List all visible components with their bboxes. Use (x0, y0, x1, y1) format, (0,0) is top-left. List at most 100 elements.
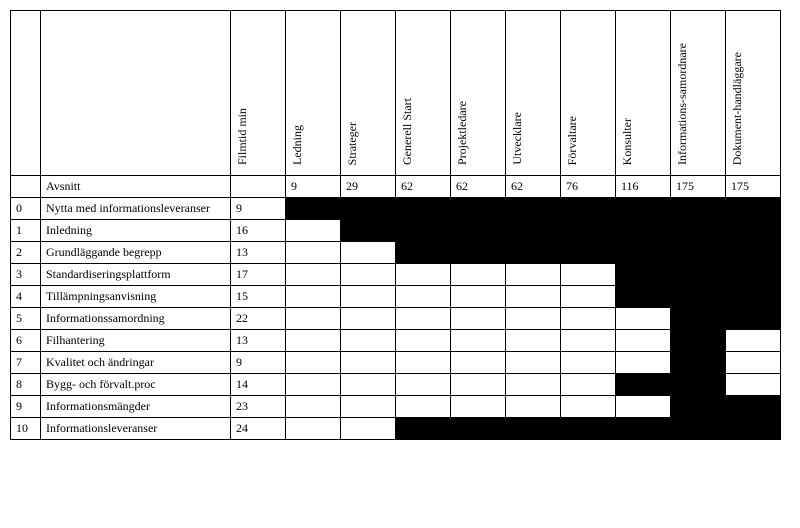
row-title: Tillämpningsanvisning (41, 286, 231, 308)
filled-cell (671, 286, 726, 308)
row-title: Standardiseringsplattform (41, 264, 231, 286)
value-cell: 17 (231, 264, 286, 286)
value-cell (561, 374, 616, 396)
value-cell (726, 330, 781, 352)
value-cell (451, 374, 506, 396)
row-title: Informationsmängder (41, 396, 231, 418)
value-cell (451, 352, 506, 374)
value-cell (396, 352, 451, 374)
row-number: 3 (11, 264, 41, 286)
value-cell (561, 264, 616, 286)
value-cell (726, 374, 781, 396)
row-title: Filhantering (41, 330, 231, 352)
filled-cell (341, 220, 396, 242)
section-total: 175 (726, 176, 781, 198)
value-cell (561, 330, 616, 352)
row-number: 1 (11, 220, 41, 242)
value-cell (341, 418, 396, 440)
filled-cell (396, 418, 451, 440)
filled-cell (561, 418, 616, 440)
value-cell (396, 308, 451, 330)
value-cell (506, 264, 561, 286)
filled-cell (671, 374, 726, 396)
value-cell (396, 396, 451, 418)
value-cell (506, 352, 561, 374)
row-title: Nytta med informationsleveranser (41, 198, 231, 220)
row-number: 7 (11, 352, 41, 374)
filled-cell (561, 220, 616, 242)
filled-cell (616, 418, 671, 440)
filled-cell (506, 220, 561, 242)
value-cell (506, 374, 561, 396)
value-cell (286, 264, 341, 286)
value-cell (396, 374, 451, 396)
table-row: 0Nytta med informationsleveranser9 (11, 198, 781, 220)
value-cell (396, 264, 451, 286)
filled-cell (451, 220, 506, 242)
row-title: Inledning (41, 220, 231, 242)
value-cell (616, 396, 671, 418)
section-totals-row: Avsnitt92962626276116175175 (11, 176, 781, 198)
row-title: Bygg- och förvalt.proc (41, 374, 231, 396)
column-header: Ledning (291, 125, 304, 165)
section-total: 29 (341, 176, 396, 198)
value-cell: 13 (231, 242, 286, 264)
table-row: 6Filhantering13 (11, 330, 781, 352)
table-row: 5Informationssamordning22 (11, 308, 781, 330)
value-cell (561, 308, 616, 330)
filled-cell (561, 242, 616, 264)
column-header: Förvaltare (566, 116, 579, 165)
value-cell (286, 418, 341, 440)
value-cell (451, 286, 506, 308)
filled-cell (451, 198, 506, 220)
filled-cell (671, 308, 726, 330)
column-header: Informations-samordnare (676, 43, 689, 165)
value-cell (506, 396, 561, 418)
value-cell: 13 (231, 330, 286, 352)
section-total: 9 (286, 176, 341, 198)
table-row: 7Kvalitet och ändringar9 (11, 352, 781, 374)
table-row: 8Bygg- och förvalt.proc14 (11, 374, 781, 396)
table-row: 3Standardiseringsplattform17 (11, 264, 781, 286)
value-cell (341, 330, 396, 352)
value-cell: 9 (231, 198, 286, 220)
value-cell: 24 (231, 418, 286, 440)
filled-cell (616, 264, 671, 286)
value-cell (286, 396, 341, 418)
column-header: Konsulter (621, 118, 634, 165)
row-number: 10 (11, 418, 41, 440)
filled-cell (451, 242, 506, 264)
section-total: 175 (671, 176, 726, 198)
filled-cell (726, 264, 781, 286)
table-row: 9Informationsmängder23 (11, 396, 781, 418)
value-cell (341, 374, 396, 396)
column-header: Filmtid min (236, 108, 249, 165)
value-cell (286, 330, 341, 352)
header-row: Filmtid minLedningStrategerGenerell Star… (11, 11, 781, 176)
filled-cell (726, 308, 781, 330)
filled-cell (671, 330, 726, 352)
section-total: 62 (396, 176, 451, 198)
value-cell: 9 (231, 352, 286, 374)
filled-cell (396, 220, 451, 242)
value-cell (616, 352, 671, 374)
value-cell (451, 264, 506, 286)
course-matrix: Filmtid minLedningStrategerGenerell Star… (10, 10, 781, 440)
table-row: 10Informationsleveranser24 (11, 418, 781, 440)
filled-cell (671, 264, 726, 286)
row-number: 9 (11, 396, 41, 418)
value-cell (286, 242, 341, 264)
value-cell (341, 286, 396, 308)
value-cell (341, 352, 396, 374)
value-cell (506, 308, 561, 330)
filled-cell (616, 198, 671, 220)
filled-cell (671, 220, 726, 242)
column-header: Dokument-handläggare (731, 52, 744, 165)
value-cell (286, 374, 341, 396)
filled-cell (506, 242, 561, 264)
value-cell (341, 242, 396, 264)
filled-cell (616, 374, 671, 396)
value-cell (451, 308, 506, 330)
row-number: 0 (11, 198, 41, 220)
value-cell: 23 (231, 396, 286, 418)
